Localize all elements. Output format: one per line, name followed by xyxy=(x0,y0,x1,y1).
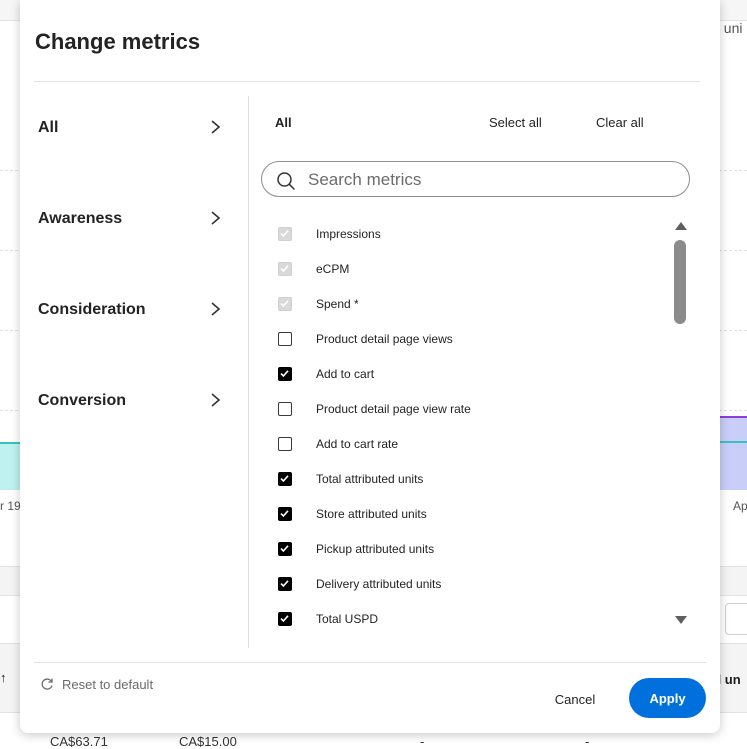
scrollbar-thumb[interactable] xyxy=(674,240,686,324)
title-divider xyxy=(34,81,700,82)
select-all-link[interactable]: Select all xyxy=(489,115,542,130)
reset-icon xyxy=(41,678,53,690)
metric-label: eCPM xyxy=(316,262,350,276)
category-label: Consideration xyxy=(38,301,146,318)
metric-row[interactable]: Add to cart rate xyxy=(260,426,670,461)
category-label: All xyxy=(38,119,59,136)
metric-checkbox[interactable] xyxy=(278,612,292,626)
metric-checkbox[interactable] xyxy=(278,367,292,381)
checkmark-icon xyxy=(280,580,289,588)
dialog-title: Change metrics xyxy=(35,29,201,54)
checkmark-icon xyxy=(280,370,289,378)
metric-row[interactable]: Delivery attributed units xyxy=(260,566,670,601)
metric-checkbox xyxy=(278,227,292,241)
clear-all-link[interactable]: Clear all xyxy=(596,115,644,130)
metric-label: Store attributed units xyxy=(316,507,427,521)
scroll-up-arrow-icon[interactable] xyxy=(675,222,687,230)
category-awareness[interactable]: Awareness xyxy=(20,187,248,247)
background-select xyxy=(725,603,747,635)
chevron-right-icon xyxy=(211,302,221,316)
metric-label: Pickup attributed units xyxy=(316,542,435,556)
chart-tick-label: r 19 xyxy=(0,499,21,513)
chart-area-purple xyxy=(720,416,747,490)
background-table-cell: CA$15.00 xyxy=(179,734,237,749)
cancel-button[interactable]: Cancel xyxy=(542,686,608,712)
metric-checkbox[interactable] xyxy=(278,507,292,521)
metric-checkbox xyxy=(278,262,292,276)
metric-row: Impressions xyxy=(260,216,670,251)
metric-checkbox xyxy=(278,297,292,311)
checkmark-icon xyxy=(280,615,289,623)
panel-heading: All xyxy=(275,115,292,130)
checkmark-icon xyxy=(280,475,289,483)
search-input[interactable] xyxy=(306,166,680,194)
metric-label: Product detail page view rate xyxy=(316,402,471,416)
background-table-cell: - xyxy=(420,734,425,749)
metric-label: Total attributed units xyxy=(316,472,424,486)
checkmark-icon xyxy=(280,300,289,308)
chart-area-teal xyxy=(0,442,20,490)
apply-button[interactable]: Apply xyxy=(629,678,706,718)
category-conversion[interactable]: Conversion xyxy=(20,369,248,429)
metric-label: Add to cart xyxy=(316,367,375,381)
change-metrics-dialog: Change metrics All Awareness Considerati… xyxy=(20,0,720,733)
panel-divider xyxy=(248,96,249,648)
metric-label: Spend * xyxy=(316,297,359,311)
chart-line-teal xyxy=(720,441,747,443)
chevron-right-icon xyxy=(211,120,221,134)
chart-tick-label: Ap xyxy=(733,499,747,513)
footer-divider xyxy=(34,662,706,663)
metric-row: Spend * xyxy=(260,286,670,321)
metric-checkbox[interactable] xyxy=(278,472,292,486)
checkmark-icon xyxy=(280,545,289,553)
metric-row[interactable]: Pickup attributed units xyxy=(260,531,670,566)
category-consideration[interactable]: Consideration xyxy=(20,278,248,338)
search-icon xyxy=(277,172,295,190)
metric-checkbox[interactable] xyxy=(278,542,292,556)
checkmark-icon xyxy=(280,265,289,273)
metric-checkbox[interactable] xyxy=(278,577,292,591)
metric-row[interactable]: Store attributed units xyxy=(260,496,670,531)
background-table-cell: CA$63.71 xyxy=(50,734,108,749)
sort-arrow-icon: ↑ xyxy=(0,670,7,685)
metric-checkbox[interactable] xyxy=(278,402,292,416)
metric-list-scrollbar[interactable] xyxy=(673,220,687,628)
reset-label: Reset to default xyxy=(62,677,154,692)
category-label: Conversion xyxy=(38,392,127,409)
metric-checkbox[interactable] xyxy=(278,437,292,451)
category-all[interactable]: All xyxy=(20,96,248,156)
metric-label: Add to cart rate xyxy=(316,437,399,451)
scroll-down-arrow-icon[interactable] xyxy=(675,616,687,624)
checkmark-icon xyxy=(280,510,289,518)
chevron-right-icon xyxy=(211,393,221,407)
metric-label: Total USPD xyxy=(316,612,379,626)
metric-row[interactable]: Total attributed units xyxy=(260,461,670,496)
search-box[interactable] xyxy=(261,161,690,197)
category-label: Awareness xyxy=(38,210,123,227)
metric-row[interactable]: Product detail page view rate xyxy=(260,391,670,426)
metric-row: eCPM xyxy=(260,251,670,286)
metric-label: Impressions xyxy=(316,227,381,241)
background-table-cell: - xyxy=(585,734,590,749)
metric-list: Impressions eCPM Spend * Product detail pag… xyxy=(260,216,670,636)
metric-checkbox[interactable] xyxy=(278,332,292,346)
metric-row[interactable]: Product detail page views xyxy=(260,321,670,356)
chevron-right-icon xyxy=(211,211,221,225)
metric-row[interactable]: Total USPD xyxy=(260,601,670,636)
metric-label: Product detail page views xyxy=(316,332,453,346)
metric-row[interactable]: Add to cart xyxy=(260,356,670,391)
checkmark-icon xyxy=(280,230,289,238)
metric-label: Delivery attributed units xyxy=(316,577,442,591)
